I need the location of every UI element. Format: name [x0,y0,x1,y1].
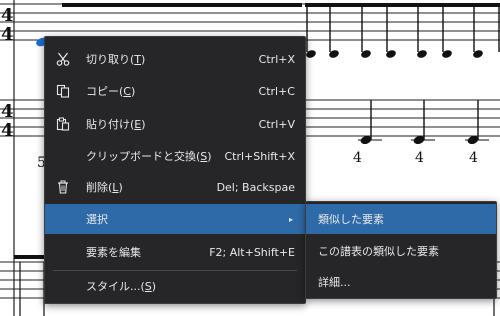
menu-item-label: 要素を編集 [86,246,141,259]
submenu-item-label: 類似した要素 [318,213,384,226]
fingering-label: 4 [353,150,362,166]
menu-item-shortcut: Del; Backspae [216,180,295,194]
submenu-item-similar[interactable]: 類似した要素 [306,204,496,234]
menu-item-label: 選択 [86,213,108,226]
menu-item-paste[interactable]: 貼り付け(E) Ctrl+V [45,109,305,139]
fingering-label: 4 [469,150,478,166]
menu-item-label: スタイル...(S) [86,280,157,293]
time-signature-top: 4 [1,101,14,122]
time-signature-bottom: 4 [1,24,14,45]
copy-icon [55,83,71,99]
menu-item-shortcut: F2; Alt+Shift+E [209,245,295,259]
scissors-icon [55,51,71,67]
menu-item-label: コピー(C) [86,85,136,98]
paste-icon [55,116,71,132]
submenu-item-similar-staff[interactable]: この譜表の類似した要素 [306,236,496,266]
menu-item-label: 貼り付け(E) [86,118,146,131]
menu-item-shortcut: Ctrl+Shift+X [224,149,295,163]
menu-item-style[interactable]: スタイル...(S) [45,271,305,301]
submenu-item-more[interactable]: 詳細... [306,267,496,297]
submenu-arrow-icon: ▸ [288,214,293,224]
notes-staff-2 [358,100,489,145]
menu-item-label: 削除(L) [86,181,123,194]
staff-1 [0,3,500,41]
menu-item-swap-clipboard[interactable]: クリップボードと交換(S) Ctrl+Shift+X [45,141,305,171]
select-submenu: 類似した要素 この譜表の類似した要素 詳細... [305,201,497,299]
submenu-item-label: 詳細... [318,276,351,289]
menu-item-cut[interactable]: 切り取り(T) Ctrl+X [45,44,305,74]
menu-item-shortcut: Ctrl+V [258,117,295,131]
submenu-item-label: この譜表の類似した要素 [318,245,439,258]
menu-item-label: 切り取り(T) [86,53,146,66]
menu-item-shortcut: Ctrl+X [258,52,295,66]
menu-item-delete[interactable]: 削除(L) Del; Backspae [45,172,305,202]
menu-item-label: クリップボードと交換(S) [86,150,212,163]
menu-item-select[interactable]: 選択 ▸ [45,204,305,234]
menu-item-edit-element[interactable]: 要素を編集 F2; Alt+Shift+E [45,237,305,267]
time-signature-top: 4 [1,5,14,26]
menu-item-copy[interactable]: コピー(C) Ctrl+C [45,76,305,106]
time-signature-bottom: 4 [1,120,14,141]
context-menu: 切り取り(T) Ctrl+X コピー(C) Ctrl+C 貼り付け(E) Ctr… [44,36,306,304]
menu-item-shortcut: Ctrl+C [258,84,295,98]
fingering-label: 4 [415,150,424,166]
trash-icon [55,179,71,195]
